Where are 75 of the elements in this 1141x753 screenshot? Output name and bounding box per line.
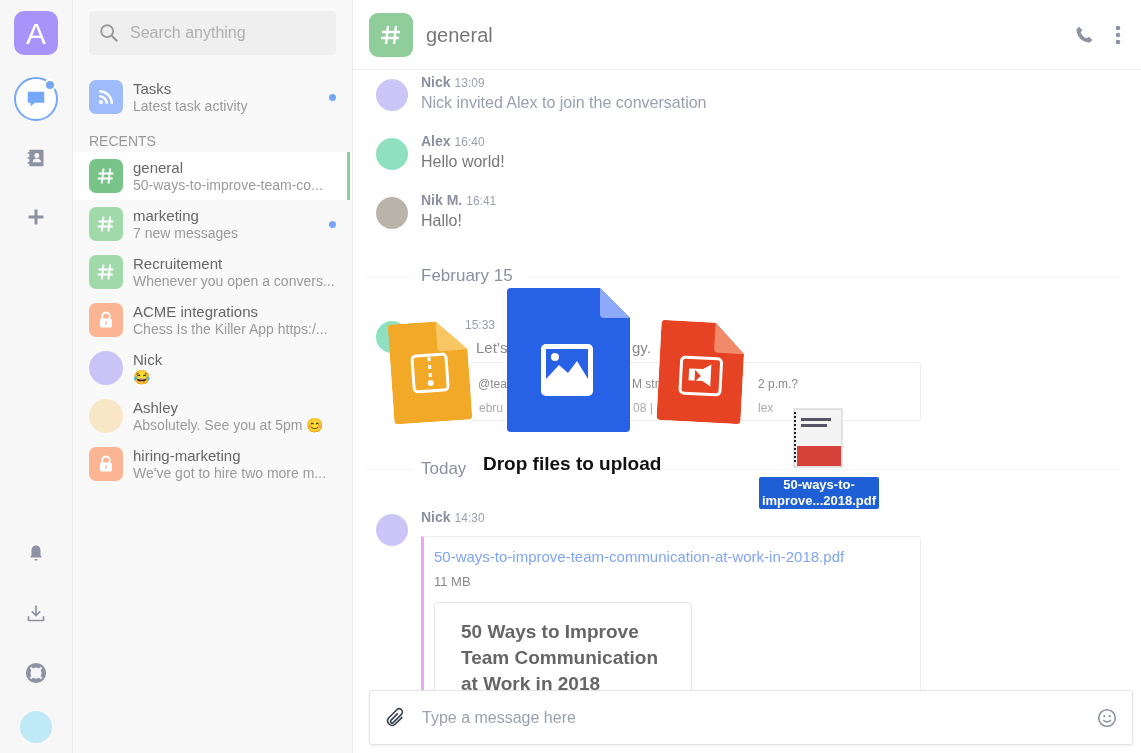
message-composer[interactable]: Type a message here [369, 690, 1133, 745]
search-field[interactable]: Search anything [89, 11, 336, 55]
more-options-icon [1115, 24, 1121, 45]
conversation-title: Tasks [133, 79, 173, 98]
file-size: 11 MB [434, 573, 472, 591]
unread-dot [329, 220, 336, 228]
image-file-icon [507, 288, 630, 432]
conversation-title: Ashley [133, 398, 180, 417]
author-name: Nick [421, 74, 451, 90]
hash-icon [89, 159, 123, 193]
lock-icon [89, 447, 123, 481]
conversation-preview: Whenever you open a convers... [133, 272, 336, 290]
contacts-book-icon [26, 148, 46, 168]
section-heading: RECENTS [89, 132, 157, 151]
download-icon [26, 603, 46, 623]
conversation-preview: Absolutely. See you at 5pm 😊 [133, 416, 325, 434]
conversation-title: marketing [133, 206, 200, 225]
conversation-item[interactable]: Recruitement Whenever you open a convers... [73, 248, 352, 296]
hash-icon [369, 12, 413, 57]
event-text: Nick invited Alex to join the conversation [421, 93, 707, 113]
hash-icon [89, 207, 123, 241]
conversation-preview: 50-ways-to-improve-team-co... [133, 176, 324, 194]
author-name: Nik M. [421, 192, 463, 208]
conversation-item[interactable]: marketing 7 new messages [73, 200, 352, 248]
lock-icon [89, 303, 123, 337]
conversation-title: hiring-marketing [133, 446, 242, 465]
drop-files-title: Drop files to upload [483, 452, 662, 476]
conversation-item[interactable]: general 50-ways-to-improve-team-co... [73, 152, 352, 200]
conversation-title: Recruitement [133, 254, 224, 273]
rail-nav-button[interactable] [14, 77, 58, 121]
rss-icon [89, 80, 123, 114]
date-divider: Today [421, 458, 467, 481]
partial-text: 2 p.m.? [758, 376, 799, 393]
author-name: Alex [421, 133, 451, 149]
channel-title: general [426, 22, 494, 47]
conversation-item[interactable]: Nick 😂 [73, 344, 352, 392]
conversation-title: general [133, 158, 185, 177]
partial-text: ebru [479, 400, 504, 417]
conversation-preview: Chess Is the Killer App https:/... [133, 320, 329, 338]
phone-icon [1074, 24, 1094, 45]
bell-icon [27, 543, 45, 563]
conversation-title: Nick [133, 350, 164, 369]
plus-icon [27, 208, 45, 226]
lifebuoy-icon [25, 662, 47, 684]
unread-dot [329, 93, 336, 101]
message-time: 15:33 [465, 318, 496, 332]
partial-text: @tea [478, 376, 507, 393]
message-text: Hallo! [421, 211, 463, 231]
emoji-icon[interactable] [1096, 706, 1118, 729]
author-name: Nick [421, 509, 451, 525]
partial-text: lex [758, 400, 774, 417]
conversation-preview: 😂 [133, 368, 151, 386]
conversation-item[interactable]: Ashley Absolutely. See you at 5pm 😊 [73, 392, 352, 440]
unread-dot [44, 79, 56, 91]
partial-text: gy. [632, 338, 651, 358]
message-time: 16:41 [466, 194, 497, 208]
preview-title: 50 Ways to Improve Team Communication at Work in 2018 [461, 619, 660, 690]
conversation-item[interactable]: ACME integrations Chess Is the Killer App https:/... [73, 296, 352, 344]
partial-text: 08 | [633, 400, 653, 417]
search-icon [98, 22, 120, 44]
conversation-preview: 7 new messages [133, 224, 240, 242]
conversation-preview: We've got to hire two more m... [133, 464, 328, 482]
conversation-title: ACME integrations [133, 302, 260, 321]
date-divider: February 15 [421, 265, 513, 288]
paperclip-icon[interactable] [384, 706, 406, 729]
message-time: 16:40 [454, 135, 485, 149]
conversation-item[interactable]: Tasks Latest task activity [73, 73, 352, 121]
message-time: 14:30 [454, 511, 485, 525]
dragged-file-name: 50-ways-to-improve...2018.pdf [759, 477, 879, 509]
conversation-item[interactable]: hiring-marketing We've got to hire two more m... [73, 440, 352, 488]
hash-icon [89, 255, 123, 289]
conversation-preview: Latest task activity [133, 97, 249, 115]
partial-text: Let’s [476, 338, 508, 358]
message-time: 13:09 [454, 76, 485, 90]
message-text: Hello world! [421, 152, 505, 172]
